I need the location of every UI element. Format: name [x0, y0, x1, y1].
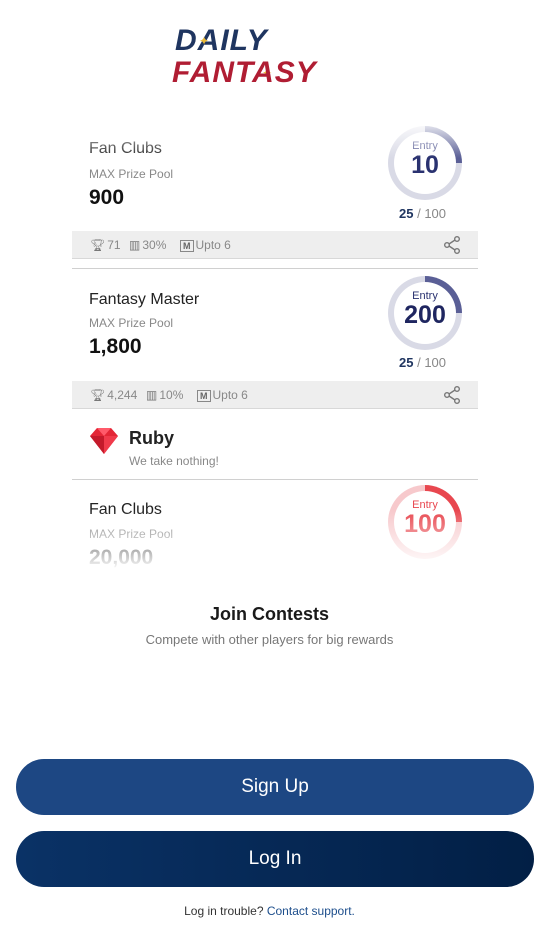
share-icon[interactable]	[442, 385, 462, 405]
entry-value: 200	[404, 301, 446, 329]
prize-pool-value: 1,800	[89, 335, 142, 358]
bar-chart-icon: ▥	[129, 238, 141, 252]
winners-stat: 🏆︎ 71	[90, 238, 121, 252]
footer-help: Log in trouble? Contact support.	[0, 904, 539, 918]
entry-value: 10	[411, 151, 439, 179]
slots-total: / 100	[417, 355, 447, 370]
max-entries-stat: M Upto 6	[197, 388, 248, 402]
contest-name: Fantasy Master	[89, 291, 200, 308]
slots-filled: 25	[399, 355, 414, 370]
winners-count: 4,244	[107, 388, 138, 402]
max-entries: Upto 6	[195, 238, 231, 252]
star-icon: ✦	[199, 34, 210, 48]
contact-support-link[interactable]: Contact support.	[267, 904, 355, 918]
prize-pool-label: MAX Prize Pool	[89, 167, 174, 181]
prize-pool-value: 900	[89, 186, 125, 209]
prize-pool-label: MAX Prize Pool	[89, 316, 174, 330]
slots-count: 25 / 100	[399, 206, 446, 221]
winners-stat: 🏆︎ 4,244	[90, 388, 137, 402]
log-in-button[interactable]: Log In	[16, 831, 534, 887]
slots-filled: 25	[399, 206, 414, 221]
bar-chart-icon: ▥	[146, 388, 158, 402]
contest-preview: Fan Clubs MAX Prize Pool 900 Entry 10 25…	[72, 118, 478, 570]
percent-stat: ▥ 10%	[146, 388, 183, 402]
entry-ring: Entry 200	[388, 276, 462, 350]
app-logo: DAILY ✦ ✦ FANTASY	[172, 26, 347, 92]
ruby-tagline: We take nothing!	[129, 454, 219, 468]
contest-stats-bar: 🏆︎ 4,244 ▥ 10% M Upto 6	[72, 381, 478, 409]
footer-text: Log in trouble?	[184, 904, 264, 918]
ruby-gem-icon	[90, 428, 118, 454]
slots-count: 25 / 100	[399, 355, 446, 370]
entry-ring: Entry 10	[388, 126, 462, 200]
percent-stat: ▥ 30%	[129, 238, 166, 252]
join-subtitle: Compete with other players for big rewar…	[145, 632, 394, 647]
multi-entry-icon: M	[197, 390, 211, 402]
prize-pool-label: MAX Prize Pool	[89, 527, 174, 541]
trophy-icon: 🏆︎	[90, 238, 106, 252]
ruby-promo[interactable]: Ruby We take nothing!	[72, 410, 478, 480]
max-entries-stat: M Upto 6	[180, 238, 231, 252]
multi-entry-icon: M	[180, 240, 194, 252]
ruby-title: Ruby	[129, 428, 174, 448]
logo-line-1: DAILY	[175, 24, 268, 57]
contest-card[interactable]: Fan Clubs MAX Prize Pool 900 Entry 10 25…	[72, 118, 478, 230]
entry-ring: Entry 100	[388, 485, 462, 559]
contest-stats-bar: 🏆︎ 71 ▥ 30% M Upto 6	[72, 231, 478, 259]
contest-card[interactable]: Fan Clubs MAX Prize Pool 20,000 Entry 10…	[72, 480, 478, 570]
trophy-icon: 🏆︎	[90, 388, 106, 402]
max-entries: Upto 6	[212, 388, 248, 402]
entry-value: 100	[404, 510, 446, 538]
winning-percent: 30%	[142, 238, 167, 252]
winners-count: 71	[107, 238, 121, 252]
slots-total: / 100	[417, 206, 447, 221]
share-icon[interactable]	[442, 235, 462, 255]
contest-name: Fan Clubs	[89, 501, 162, 518]
prize-pool-value: 20,000	[89, 546, 154, 569]
contest-card[interactable]: Fantasy Master MAX Prize Pool 1,800 Entr…	[72, 269, 478, 381]
logo-line-2: FANTASY	[172, 56, 317, 89]
join-title: Join Contests	[209, 604, 329, 624]
sign-up-button[interactable]: Sign Up	[16, 759, 534, 815]
contest-name: Fan Clubs	[89, 140, 162, 157]
winning-percent: 10%	[159, 388, 184, 402]
